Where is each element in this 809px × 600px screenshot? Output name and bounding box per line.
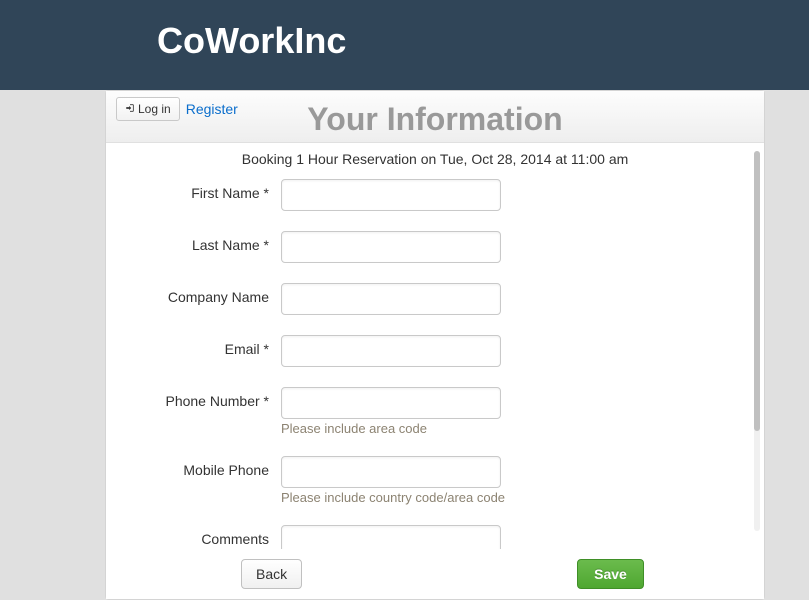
panel-header: Log in Register Your Information [106, 91, 764, 143]
phone-label: Phone Number * [126, 387, 281, 409]
register-link[interactable]: Register [186, 101, 238, 117]
scrollbar-thumb[interactable] [754, 151, 760, 431]
email-row: Email * [126, 335, 744, 367]
first-name-input[interactable] [281, 179, 501, 211]
login-button[interactable]: Log in [116, 97, 180, 121]
mobile-row: Mobile Phone Please include country code… [126, 456, 744, 505]
last-name-row: Last Name * [126, 231, 744, 263]
phone-row: Phone Number * Please include area code [126, 387, 744, 436]
login-icon [125, 102, 135, 116]
phone-help-text: Please include area code [281, 421, 501, 436]
brand-name: CoWorkInc [157, 20, 809, 62]
app-header: CoWorkInc [0, 0, 809, 90]
auth-buttons: Log in Register [116, 97, 754, 121]
save-button[interactable]: Save [577, 559, 644, 589]
first-name-row: First Name * [126, 179, 744, 211]
scrollbar-track[interactable] [754, 151, 760, 531]
phone-input[interactable] [281, 387, 501, 419]
email-label: Email * [126, 335, 281, 357]
booking-summary: Booking 1 Hour Reservation on Tue, Oct 2… [126, 151, 744, 167]
mobile-help-text: Please include country code/area code [281, 490, 505, 505]
panel-body: Booking 1 Hour Reservation on Tue, Oct 2… [106, 143, 764, 583]
company-name-input[interactable] [281, 283, 501, 315]
back-button[interactable]: Back [241, 559, 302, 589]
page-background: Log in Register Your Information Booking… [0, 90, 809, 600]
first-name-label: First Name * [126, 179, 281, 201]
email-input[interactable] [281, 335, 501, 367]
mobile-label: Mobile Phone [126, 456, 281, 478]
last-name-input[interactable] [281, 231, 501, 263]
mobile-input[interactable] [281, 456, 501, 488]
company-name-row: Company Name [126, 283, 744, 315]
comments-label: Comments [126, 525, 281, 547]
company-name-label: Company Name [126, 283, 281, 305]
content-panel: Log in Register Your Information Booking… [105, 90, 765, 600]
login-label: Log in [138, 102, 171, 116]
last-name-label: Last Name * [126, 231, 281, 253]
